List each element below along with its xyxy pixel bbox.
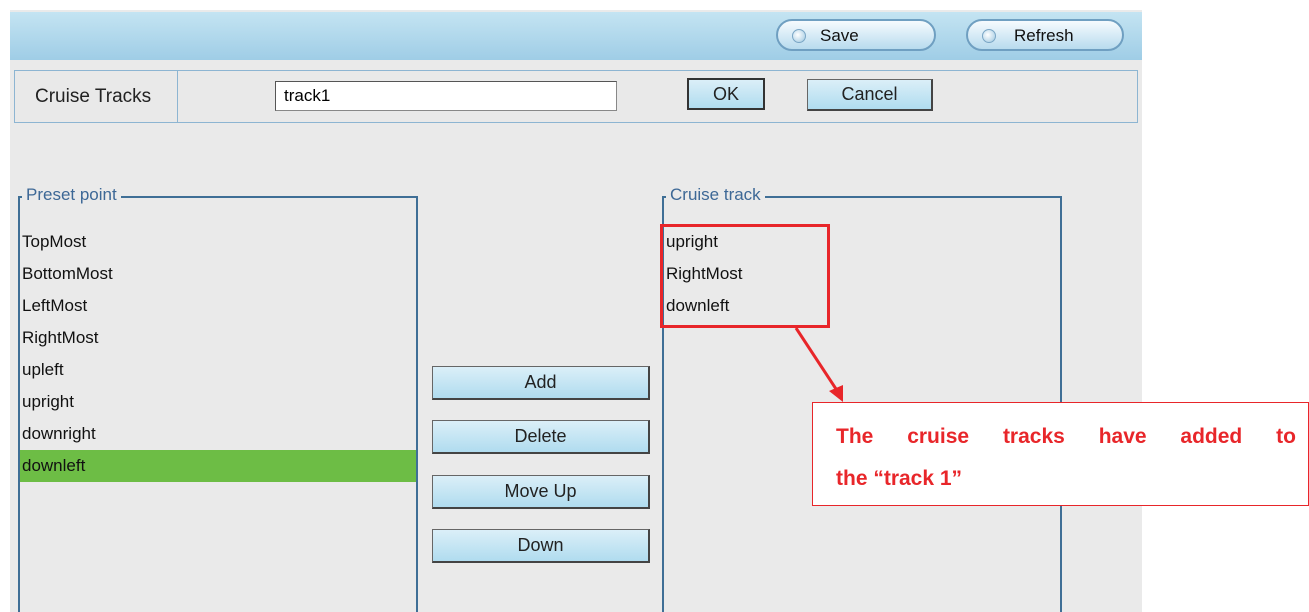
delete-button[interactable]: Delete [432, 420, 650, 454]
save-button-label: Save [820, 26, 859, 45]
callout-word: tracks [1002, 425, 1065, 448]
callout-word: The [836, 425, 874, 448]
cruise-track-legend: Cruise track [666, 185, 765, 205]
down-button[interactable]: Down [432, 529, 650, 563]
preset-item-upright[interactable]: upright [20, 386, 416, 418]
preset-item-downright[interactable]: downright [20, 418, 416, 450]
preset-item-rightmost[interactable]: RightMost [20, 322, 416, 354]
add-button[interactable]: Add [432, 366, 650, 400]
callout-word: have [1098, 425, 1147, 448]
callout-word: to [1276, 425, 1296, 448]
preset-item-bottommost[interactable]: BottomMost [20, 258, 416, 290]
preset-item-upleft[interactable]: upleft [20, 354, 416, 386]
cancel-button[interactable]: Cancel [807, 79, 933, 111]
cruise-item-rightmost[interactable]: RightMost [664, 258, 1060, 290]
preset-point-fieldset: Preset point TopMost BottomMost LeftMost… [18, 185, 418, 612]
callout-word: cruise [907, 425, 970, 448]
cruise-track-list[interactable]: upright RightMost downleft [664, 226, 1060, 322]
callout-word: added [1180, 425, 1243, 448]
ok-button[interactable]: OK [687, 78, 765, 110]
track-name-input[interactable] [275, 81, 617, 111]
annotation-callout: The cruise tracks have added to the “tra… [812, 402, 1309, 506]
cruise-item-downleft[interactable]: downleft [664, 290, 1060, 322]
callout-line-2: the “track 1” [836, 467, 963, 490]
preset-point-list[interactable]: TopMost BottomMost LeftMost RightMost up… [20, 226, 416, 482]
refresh-button[interactable]: Refresh [966, 19, 1124, 51]
save-button[interactable]: Save [776, 19, 936, 51]
cruise-tracks-row: Cruise Tracks OK Cancel [14, 70, 1138, 123]
preset-item-topmost[interactable]: TopMost [20, 226, 416, 258]
refresh-circle-icon [792, 29, 806, 43]
preset-item-downleft[interactable]: downleft [20, 450, 416, 482]
callout-line-1: The cruise tracks have added to [836, 425, 1296, 449]
cruise-item-upright[interactable]: upright [664, 226, 1060, 258]
move-up-button[interactable]: Move Up [432, 475, 650, 509]
refresh-circle-icon [982, 29, 996, 43]
refresh-button-label: Refresh [1014, 26, 1074, 45]
preset-item-leftmost[interactable]: LeftMost [20, 290, 416, 322]
preset-point-legend: Preset point [22, 185, 121, 205]
cruise-tracks-label: Cruise Tracks [15, 71, 178, 122]
